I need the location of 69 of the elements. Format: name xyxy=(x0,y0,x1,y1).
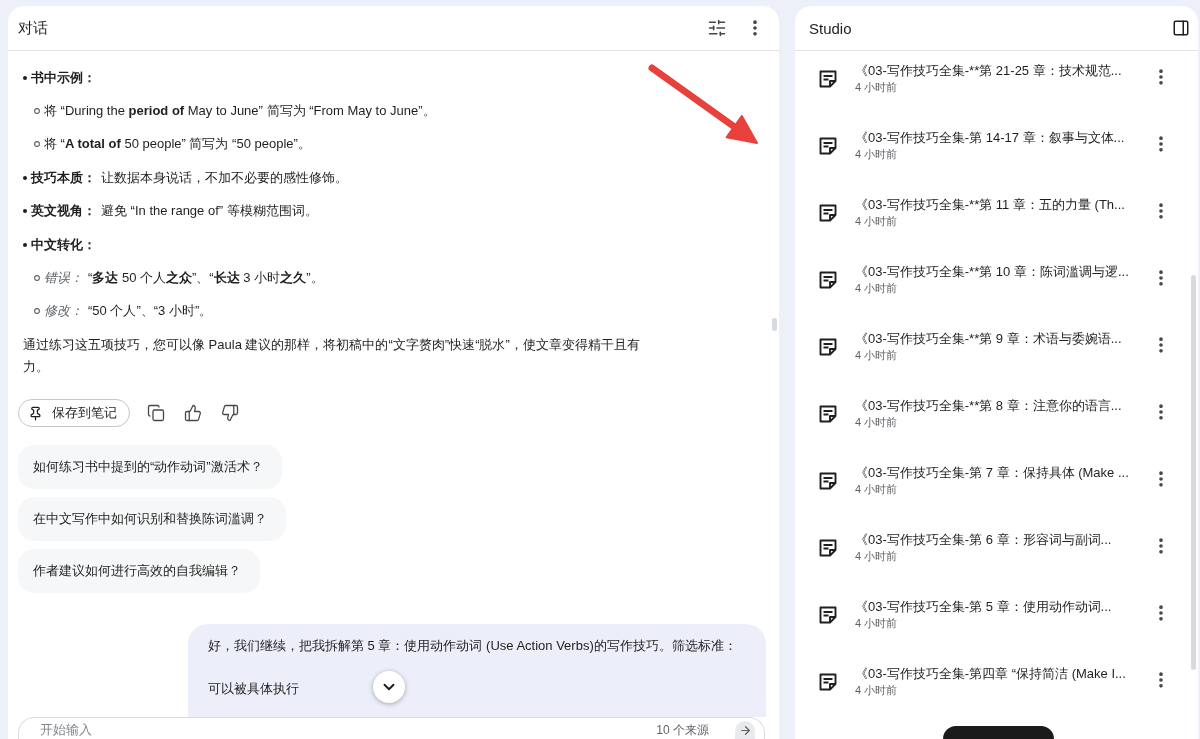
suggestion-chip[interactable]: 在中文写作中如何识别和替换陈词滥调？ xyxy=(18,497,286,541)
note-icon xyxy=(819,673,837,691)
note-title[interactable]: 《03-写作技巧全集-**第 8 章：注意你的语言... xyxy=(855,397,1122,415)
save-to-note-button[interactable]: 保存到笔记 xyxy=(18,399,130,427)
note-icon xyxy=(819,539,837,557)
copy-icon[interactable] xyxy=(147,404,165,422)
note-time: 4 小时前 xyxy=(855,214,898,228)
note-icon xyxy=(819,271,837,289)
message-input[interactable]: 开始输入 xyxy=(40,721,631,738)
suggestion-chip[interactable]: 作者建议如何进行高效的自我编辑？ xyxy=(18,549,260,593)
note-icon xyxy=(819,204,837,222)
note-time: 4 小时前 xyxy=(855,482,898,496)
note-time: 4 小时前 xyxy=(855,616,898,630)
note-title[interactable]: 《03-写作技巧全集-**第 11 章：五的力量 (Th... xyxy=(855,196,1125,214)
bullet-icon xyxy=(23,242,27,247)
list-item-text: 英文视角： 避免 “In the range of” 等模糊范围词。 xyxy=(31,202,318,221)
note-icon xyxy=(819,338,837,356)
ring-bullet-icon xyxy=(34,274,40,281)
thumbs-up-icon[interactable] xyxy=(184,404,202,422)
arrow-right-icon xyxy=(738,723,752,737)
note-title[interactable]: 《03-写作技巧全集-**第 21-25 章：技术规范... xyxy=(855,62,1122,80)
bullet-icon xyxy=(23,175,27,180)
pin-icon xyxy=(28,405,43,421)
note-icon xyxy=(819,137,837,155)
list-item-text: 修改： “50 个人”、“3 小时”。 xyxy=(44,302,213,321)
composer-field[interactable]: 开始输入 10 个来源 xyxy=(18,717,765,739)
bullet-icon xyxy=(23,75,27,80)
note-title[interactable]: 《03-写作技巧全集-第四章 “保持简洁 (Make I... xyxy=(855,665,1126,683)
scrollbar-thumb[interactable] xyxy=(1190,275,1196,670)
list-item-text: 技巧本质： 让数据本身说话，不加不必要的感性修饰。 xyxy=(31,168,348,187)
bullet-icon xyxy=(23,209,27,214)
message-text: 好，我们继续，把我拆解第 5 章：使用动作动词 (Use Action Verbs)的写作技巧。筛选标准： xyxy=(208,637,737,655)
floating-button[interactable] xyxy=(943,726,1054,739)
suggestion-chip[interactable]: 如何练习书中提到的“动作动词”激活术？ xyxy=(18,445,282,489)
note-icon xyxy=(819,70,837,88)
note-title[interactable]: 《03-写作技巧全集-第 7 章：保持具体 (Make ... xyxy=(855,464,1129,482)
panel-title: Studio xyxy=(809,19,853,37)
panel-toggle-icon[interactable] xyxy=(1172,19,1190,37)
sliders-icon[interactable] xyxy=(707,18,727,38)
note-icon xyxy=(819,472,837,490)
list-item-text: 书中示例： xyxy=(31,68,97,87)
note-time: 4 小时前 xyxy=(855,80,898,94)
note-icon xyxy=(819,606,837,624)
list-item-text: 将 “During the period of May to June” 简写为 “From May to June”。 xyxy=(44,102,436,121)
panel-title: 对话 xyxy=(18,18,49,38)
note-time: 4 小时前 xyxy=(855,348,898,362)
source-count: 10 个来源 xyxy=(656,722,709,738)
list-item-text: 中文转化： xyxy=(31,235,97,254)
send-button[interactable] xyxy=(735,721,755,739)
note-time: 4 小时前 xyxy=(855,549,898,563)
note-title[interactable]: 《03-写作技巧全集-第 6 章：形容词与副词... xyxy=(855,531,1112,549)
ring-bullet-icon xyxy=(34,141,40,148)
note-time: 4 小时前 xyxy=(855,281,898,295)
note-time: 4 小时前 xyxy=(855,683,898,697)
list-item-text: 将 “A total of 50 people” 简写为 “50 people”。 xyxy=(44,135,311,154)
note-title[interactable]: 《03-写作技巧全集-第 14-17 章：叙事与文体... xyxy=(855,129,1125,147)
ring-bullet-icon xyxy=(34,108,40,115)
scrollbar-thumb[interactable] xyxy=(771,318,777,331)
list-item-text: 错误： “多达 50 个人之众”、“长达 3 小时之久”。 xyxy=(44,268,324,287)
note-title[interactable]: 《03-写作技巧全集-**第 10 章：陈词滥调与逻... xyxy=(855,263,1129,281)
note-title[interactable]: 《03-写作技巧全集-**第 9 章：术语与委婉语... xyxy=(855,330,1122,348)
answer-paragraph: 通过练习这五项技巧，您可以像 Paula 建议的那样，将初稿中的“文字赘肉”快速“脱水”，使文章变得精干且有力。 xyxy=(23,336,641,376)
ring-bullet-icon xyxy=(34,308,40,315)
note-icon xyxy=(819,405,837,423)
note-title[interactable]: 《03-写作技巧全集-第 5 章：使用动作动词... xyxy=(855,598,1112,616)
message-text: 可以被具体执行 xyxy=(208,680,299,698)
note-time: 4 小时前 xyxy=(855,415,898,429)
thumbs-down-icon[interactable] xyxy=(221,404,239,422)
note-time: 4 小时前 xyxy=(855,147,898,161)
